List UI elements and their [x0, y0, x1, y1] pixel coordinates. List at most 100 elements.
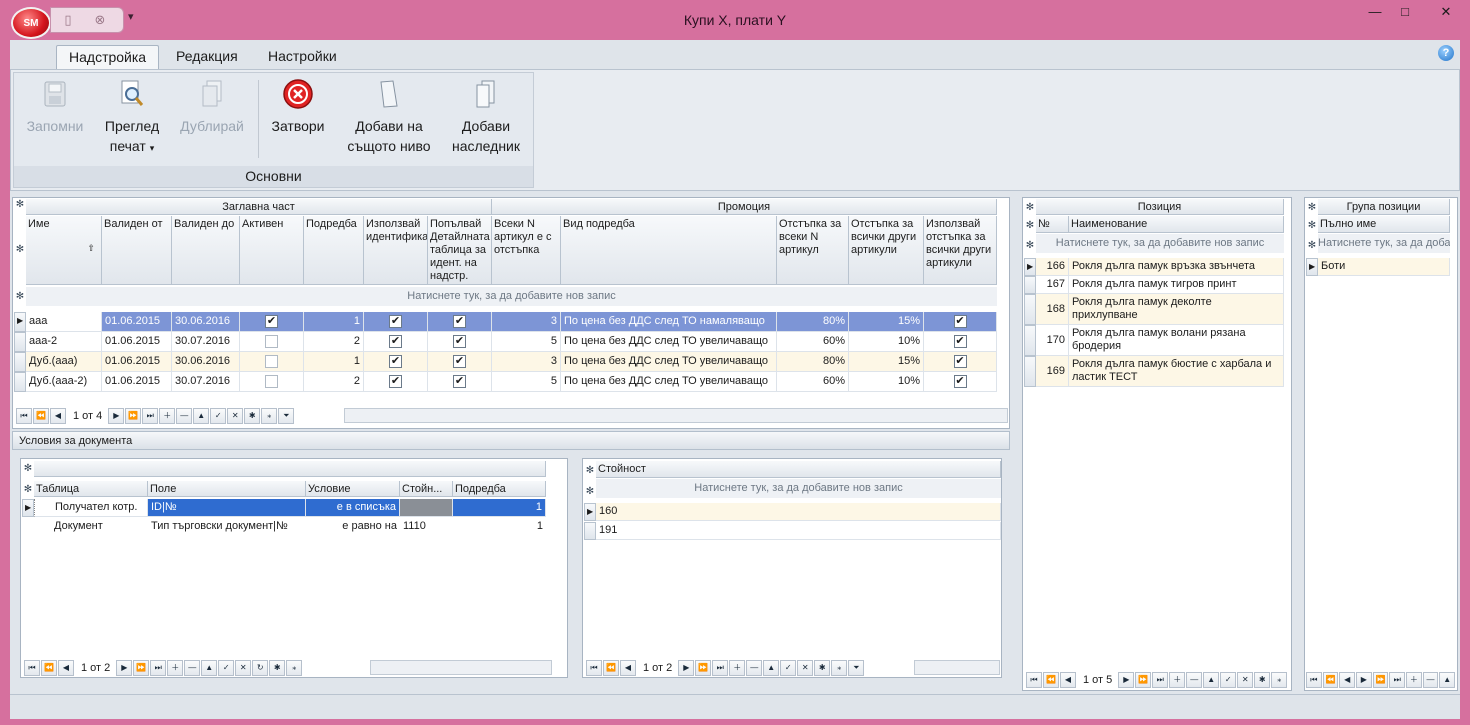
- col-order[interactable]: Подредба: [453, 481, 546, 497]
- new-row-prompt[interactable]: Натиснете тук, за да добавите нов запис: [26, 287, 997, 306]
- table-row[interactable]: 166 Рокля дълга памук връзка звънчета: [1036, 258, 1284, 276]
- row-indicator[interactable]: [14, 372, 26, 392]
- refresh-icon[interactable]: ✱: [244, 408, 261, 424]
- edit-record-icon[interactable]: ▲: [1439, 672, 1456, 688]
- col-active[interactable]: Активен: [240, 216, 304, 285]
- tab-redaktsia[interactable]: Редакция: [164, 45, 250, 70]
- edit-record-icon[interactable]: ▲: [201, 660, 218, 676]
- tab-nadstroyka[interactable]: Надстройка: [56, 45, 160, 70]
- active-checkbox[interactable]: [265, 374, 278, 388]
- filter-icon[interactable]: ⁎: [1271, 672, 1288, 688]
- active-checkbox[interactable]: ✔: [265, 314, 278, 328]
- use-id-checkbox[interactable]: ✔: [389, 334, 402, 348]
- grid-customize-icon[interactable]: ✻: [22, 463, 34, 474]
- col-disc-other[interactable]: Отстъпка за всички други артикули: [849, 216, 924, 285]
- next-page-icon[interactable]: ⏩: [695, 660, 712, 676]
- last-record-icon[interactable]: ⏭: [712, 660, 729, 676]
- col-table[interactable]: Таблица: [34, 481, 148, 497]
- active-checkbox[interactable]: [265, 334, 278, 348]
- help-icon[interactable]: ?: [1438, 45, 1454, 61]
- use-id-checkbox[interactable]: ✔: [389, 374, 402, 388]
- add-same-level-button[interactable]: Добави на същото ниво: [340, 78, 438, 156]
- use-other-checkbox[interactable]: ✔: [953, 314, 967, 328]
- list-item[interactable]: Боти: [1318, 258, 1450, 276]
- new-row-prompt[interactable]: Натиснете тук, за да добавите нов запис: [1036, 234, 1284, 253]
- col-valid-to[interactable]: Валиден до: [172, 216, 240, 285]
- next-record-icon[interactable]: ▶: [678, 660, 695, 676]
- cancel-edit-icon[interactable]: ✕: [1237, 672, 1254, 688]
- duplicate-button[interactable]: Дублирай: [174, 78, 250, 136]
- grid-customize-icon[interactable]: ✻: [14, 199, 26, 215]
- delete-record-icon[interactable]: —: [1422, 672, 1439, 688]
- row-indicator[interactable]: [14, 352, 26, 372]
- delete-record-icon[interactable]: —: [184, 660, 201, 676]
- first-record-icon[interactable]: ⏮: [24, 660, 40, 676]
- column-chooser-icon[interactable]: ✻: [1306, 220, 1318, 231]
- save-button[interactable]: Запомни: [20, 78, 90, 136]
- col-value[interactable]: Стойн...: [400, 481, 453, 497]
- cancel-edit-icon[interactable]: ✕: [797, 660, 814, 676]
- prev-page-icon[interactable]: ⏪: [603, 660, 619, 676]
- table-row[interactable]: Дуб.(aaa) 01.06.2015 30.06.2016 1 ✔ ✔ 3 …: [26, 352, 997, 372]
- next-record-icon[interactable]: ▶: [1356, 672, 1372, 688]
- close-window-button[interactable]: ✕: [1428, 4, 1464, 22]
- add-record-icon[interactable]: ＋: [167, 660, 184, 676]
- funnel-icon[interactable]: ⏷: [848, 660, 865, 676]
- edit-record-icon[interactable]: ▲: [1203, 672, 1220, 688]
- fill-checkbox[interactable]: ✔: [453, 334, 466, 348]
- col-disc-n[interactable]: Отстъпка за всеки N артикул: [777, 216, 849, 285]
- next-page-icon[interactable]: ⏩: [133, 660, 150, 676]
- last-record-icon[interactable]: ⏭: [1152, 672, 1169, 688]
- col-value[interactable]: Стойност: [596, 461, 1001, 478]
- use-other-checkbox[interactable]: ✔: [953, 334, 967, 348]
- column-chooser-icon[interactable]: ✻: [584, 465, 596, 476]
- delete-record-icon[interactable]: —: [176, 408, 193, 424]
- table-row[interactable]: 169 Рокля дълга памук бюстие с харбала и…: [1036, 356, 1284, 387]
- row-indicator[interactable]: [584, 522, 596, 540]
- close-button[interactable]: Затвори: [264, 78, 332, 136]
- grid-customize-icon[interactable]: ✻: [1024, 202, 1036, 213]
- edit-record-icon[interactable]: ▲: [763, 660, 780, 676]
- row-indicator[interactable]: [1024, 325, 1036, 356]
- next-page-icon[interactable]: ⏩: [125, 408, 142, 424]
- prev-page-icon[interactable]: ⏪: [33, 408, 49, 424]
- list-item[interactable]: 160: [596, 503, 1001, 521]
- horizontal-scrollbar[interactable]: [344, 408, 1008, 423]
- save-record-icon[interactable]: ✓: [1220, 672, 1237, 688]
- horizontal-scrollbar[interactable]: [370, 660, 552, 675]
- column-chooser-icon[interactable]: ✻: [1024, 220, 1036, 231]
- new-row-prompt[interactable]: Натиснете тук, за да добавите нов запис: [1318, 234, 1450, 253]
- fill-checkbox[interactable]: ✔: [453, 354, 466, 368]
- first-record-icon[interactable]: ⏮: [1026, 672, 1042, 688]
- edit-record-icon[interactable]: ▲: [193, 408, 210, 424]
- first-record-icon[interactable]: ⏮: [1306, 672, 1322, 688]
- row-indicator[interactable]: [14, 332, 26, 352]
- prev-record-icon[interactable]: ◀: [50, 408, 66, 424]
- table-row[interactable]: Документ Тип търговски документ|№ е равн…: [34, 518, 546, 536]
- minimize-button[interactable]: —: [1362, 4, 1388, 22]
- row-indicator[interactable]: [1024, 294, 1036, 325]
- table-row[interactable]: Получател котр. ID|№ е в списъка 1: [34, 499, 546, 517]
- row-indicator[interactable]: [584, 503, 596, 521]
- customize-icon[interactable]: ✱: [1254, 672, 1271, 688]
- add-record-icon[interactable]: ＋: [1406, 672, 1422, 688]
- filter-icon[interactable]: ⁎: [261, 408, 278, 424]
- save-record-icon[interactable]: ✓: [218, 660, 235, 676]
- last-record-icon[interactable]: ⏭: [1389, 672, 1406, 688]
- grid-customize-icon[interactable]: ✻: [1306, 202, 1318, 213]
- prev-record-icon[interactable]: ◀: [58, 660, 74, 676]
- maximize-button[interactable]: □: [1392, 4, 1418, 22]
- col-use-other[interactable]: Използвай отстъпка за всички други артик…: [924, 216, 997, 285]
- column-chooser-icon[interactable]: ✻: [14, 244, 26, 256]
- tab-nastroyki[interactable]: Настройки: [256, 45, 349, 70]
- prev-page-icon[interactable]: ⏪: [1322, 672, 1339, 688]
- add-child-button[interactable]: Добави наследник: [446, 78, 526, 156]
- horizontal-scrollbar[interactable]: [914, 660, 1000, 675]
- col-fill-detail[interactable]: Попълвай Детайлната таблица за идент. на…: [428, 216, 492, 285]
- col-full-name[interactable]: Пълно име: [1318, 216, 1450, 233]
- fill-checkbox[interactable]: ✔: [453, 374, 466, 388]
- table-row[interactable]: 170 Рокля дълга памук волани рязана брод…: [1036, 325, 1284, 356]
- column-chooser-icon[interactable]: ✻: [22, 484, 34, 495]
- refresh-icon[interactable]: ↻: [252, 660, 269, 676]
- table-row[interactable]: 167 Рокля дълга памук тигров принт: [1036, 276, 1284, 294]
